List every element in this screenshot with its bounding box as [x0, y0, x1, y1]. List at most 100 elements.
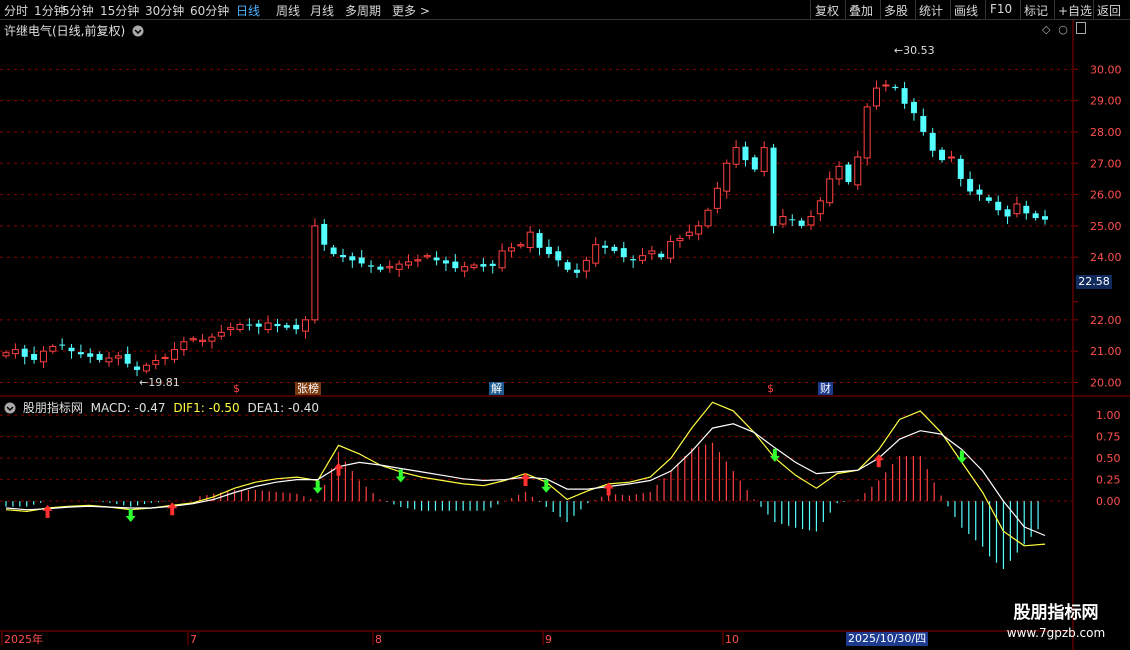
chevron-down-icon[interactable]: [132, 25, 144, 37]
chevron-down-icon[interactable]: [4, 402, 16, 414]
tab-fenshi[interactable]: 分时: [4, 2, 28, 19]
candle-body: [967, 178, 974, 192]
stock-title[interactable]: 许继电气(日线,前复权): [4, 22, 144, 39]
event-marker-icon[interactable]: $: [231, 382, 242, 395]
candle-body: [199, 339, 207, 342]
candle-body: [68, 347, 75, 352]
candles: [2, 79, 1048, 377]
candle-body: [845, 164, 852, 183]
tab-monthly[interactable]: 月线: [310, 2, 334, 19]
candle-body: [368, 265, 375, 267]
candle-body: [826, 178, 834, 204]
candle-body: [339, 255, 346, 258]
price-tick-label: 24.00: [1090, 251, 1122, 264]
candle-body: [611, 246, 618, 251]
candle-body: [985, 197, 992, 201]
candle-body: [892, 86, 899, 89]
candle-body: [648, 250, 656, 255]
candle-body: [807, 216, 815, 226]
finance-badge[interactable]: 财: [818, 382, 833, 395]
candle-body: [947, 156, 955, 159]
price-tick-label: 25.00: [1090, 220, 1122, 233]
candle-body: [498, 250, 506, 269]
candle-body: [1032, 213, 1039, 219]
candle-body: [760, 147, 768, 172]
candle-body: [124, 353, 131, 364]
candle-body: [602, 245, 609, 248]
low-price-label: ←19.81: [139, 376, 180, 389]
candle-body: [995, 201, 1002, 211]
panel-controls: ◇ ○: [1042, 22, 1086, 36]
candle-body: [152, 360, 160, 365]
stats-button[interactable]: 统计: [919, 2, 943, 19]
candle-body: [49, 345, 57, 352]
panel-toggle-icon[interactable]: [1075, 22, 1086, 34]
zhangbang-badge[interactable]: 张榜: [295, 382, 321, 395]
tab-weekly[interactable]: 周线: [276, 2, 300, 19]
macd-tick-label: 0.75: [1096, 431, 1121, 444]
sell-arrow-icon: [395, 469, 406, 483]
candle-body: [507, 247, 515, 252]
candle-body: [2, 352, 10, 357]
tab-daily[interactable]: 日线: [236, 2, 260, 19]
indicator-title[interactable]: 股朋指标网 MACD: -0.47 DIF1: -0.50 DEA1: -0.4…: [4, 399, 319, 416]
draw-line-button[interactable]: 画线: [954, 2, 978, 19]
dif-value: DIF1: -0.50: [173, 401, 240, 415]
multi-stock-button[interactable]: 多股: [884, 2, 908, 19]
period-toolbar: 分时 1分钟 5分钟 15分钟 30分钟 60分钟 日线 周线 月线 多周期 更…: [0, 0, 1130, 20]
hover-date-tag: 2025/10/30/四: [846, 632, 929, 646]
candle-body: [330, 247, 337, 255]
mark-button[interactable]: 标记: [1024, 2, 1048, 19]
back-button[interactable]: 返回: [1097, 2, 1121, 19]
candle-body: [264, 322, 272, 331]
candle-body: [274, 323, 281, 327]
overlay-button[interactable]: 叠加: [849, 2, 873, 19]
candle-body: [358, 257, 365, 264]
candle-body: [713, 187, 721, 209]
macd-panel: [5, 401, 1046, 569]
tab-30min[interactable]: 30分钟: [145, 2, 184, 19]
kline-chart[interactable]: 30.00 29.00 28.00 27.00 26.00 25.00 24.00 22.00…: [0, 0, 1130, 650]
candle-body: [564, 262, 571, 270]
watermark: 股朋指标网 www.7gpzb.com: [990, 602, 1122, 646]
candle-body: [134, 366, 141, 370]
tab-multi-period[interactable]: 多周期: [345, 2, 381, 19]
price-tick-label: 29.00: [1090, 95, 1122, 108]
candle-body: [910, 101, 917, 114]
candle-body: [555, 251, 562, 261]
date-tick-label: 9: [545, 633, 552, 646]
tab-more[interactable]: 更多 >: [392, 2, 430, 19]
event-marker-icon[interactable]: $: [765, 382, 776, 395]
add-watchlist-button[interactable]: +自选: [1058, 2, 1092, 19]
candle-body: [863, 106, 871, 159]
candle-body: [742, 146, 749, 161]
tab-1min[interactable]: 1分钟: [34, 2, 66, 19]
candle-body: [592, 244, 600, 264]
candle-body: [114, 355, 122, 359]
candle-body: [21, 348, 28, 357]
candle-body: [723, 162, 731, 192]
candle-body: [404, 261, 412, 266]
candle-body: [31, 353, 38, 360]
candle-body: [976, 189, 983, 195]
f10-button[interactable]: F10: [990, 2, 1012, 16]
chart-grid: [0, 68, 1072, 502]
candle-body: [480, 264, 487, 267]
diamond-icon[interactable]: ◇: [1042, 23, 1050, 36]
candle-body: [311, 225, 319, 321]
tab-60min[interactable]: 60分钟: [190, 2, 229, 19]
buy-arrow-icon: [42, 504, 53, 518]
indicator-name: 股朋指标网: [22, 401, 83, 415]
candle-body: [536, 233, 543, 248]
unlock-badge[interactable]: 解: [489, 382, 504, 395]
candle-body: [283, 325, 290, 328]
date-tick-label: 10: [725, 633, 739, 646]
axes: 30.00 29.00 28.00 27.00 26.00 25.00 24.00 22.00…: [0, 20, 1130, 650]
fuquan-button[interactable]: 复权: [815, 2, 839, 19]
tab-5min[interactable]: 5分钟: [62, 2, 94, 19]
tab-15min[interactable]: 15分钟: [100, 2, 139, 19]
candle-body: [87, 353, 94, 357]
circle-icon[interactable]: ○: [1058, 23, 1068, 36]
candle-body: [302, 319, 310, 332]
price-tick-label: 21.00: [1090, 345, 1122, 358]
